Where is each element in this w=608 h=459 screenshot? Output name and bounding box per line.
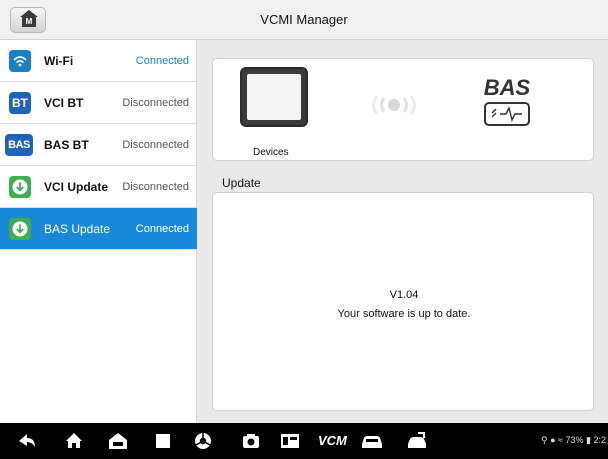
sidebar-item-label: Wi-Fi <box>44 54 74 68</box>
car-icon[interactable] <box>360 430 386 452</box>
vcm-icon[interactable]: VCM <box>318 430 348 452</box>
wifi-status-icon: ≈ <box>558 435 563 445</box>
battery-percent: 73% <box>565 435 584 445</box>
download-icon <box>9 218 31 240</box>
sidebar-item-vci-update[interactable]: VCI Update Disconnected <box>0 166 197 208</box>
connection-status: Disconnected <box>122 181 189 193</box>
connection-status: Disconnected <box>122 139 189 151</box>
sidebar-item-label: VCI BT <box>44 96 84 110</box>
location-icon: ⚲ <box>540 435 548 445</box>
bas-device-icon: BAS <box>479 75 535 130</box>
system-navbar: VCM ⚲ ● ≈ 73% ▮ 2:2 <box>0 423 608 459</box>
sidebar-item-bas-bt[interactable]: BAS BAS BT Disconnected <box>0 124 197 166</box>
vpn-icon: ● <box>550 435 556 445</box>
sidebar-item-vci-bt[interactable]: BT VCI BT Disconnected <box>0 82 197 124</box>
page-title: VCMI Manager <box>260 12 348 27</box>
signal-icon <box>372 95 416 115</box>
version-text: V1.04 <box>389 289 419 301</box>
battery-tester-icon <box>484 102 530 126</box>
car-home-icon[interactable] <box>107 430 129 452</box>
clock: 2:2 <box>593 435 606 445</box>
connection-status: Disconnected <box>122 97 189 109</box>
title-bar: M VCMI Manager <box>0 0 608 40</box>
home-icon[interactable] <box>63 430 85 452</box>
sidebar-item-label: BAS Update <box>44 222 111 236</box>
recent-apps-icon[interactable] <box>152 430 174 452</box>
sidebar-item-label: VCI Update <box>44 180 109 194</box>
sidebar-item-wifi[interactable]: Wi-Fi Connected <box>0 40 197 82</box>
sidebar-item-label: BAS BT <box>44 138 89 152</box>
battery-icon: ▮ <box>586 435 591 445</box>
screen-capture-icon[interactable] <box>279 430 301 452</box>
bt-icon: BT <box>9 92 31 114</box>
download-icon <box>9 176 31 198</box>
devices-label: Devices <box>253 147 289 158</box>
bas-logo-text: BAS <box>483 75 531 100</box>
sidebar-item-bas-update[interactable]: BAS Update Connected <box>0 208 197 250</box>
update-status-message: Your software is up to date. <box>337 308 471 320</box>
connection-status: Connected <box>135 223 189 235</box>
wifi-icon <box>9 50 31 72</box>
connection-status: Connected <box>135 55 189 67</box>
update-panel: V1.04 Your software is up to date. <box>212 192 594 411</box>
update-section-label: Update <box>222 176 261 190</box>
status-bar: ⚲ ● ≈ 73% ▮ 2:2 <box>541 435 606 446</box>
vcmi-manager-app: M VCMI Manager Wi-Fi Connected BT VCI BT… <box>0 0 608 459</box>
bas-icon: BAS <box>5 134 33 156</box>
tablet-device-icon <box>240 67 308 127</box>
camera-icon[interactable] <box>240 430 262 452</box>
devices-panel: Devices BAS <box>212 58 594 161</box>
browser-icon[interactable] <box>192 430 214 452</box>
car-connect-icon[interactable] <box>404 430 430 452</box>
back-icon[interactable] <box>16 430 38 452</box>
sidebar: Wi-Fi Connected BT VCI BT Disconnected B… <box>0 40 197 423</box>
